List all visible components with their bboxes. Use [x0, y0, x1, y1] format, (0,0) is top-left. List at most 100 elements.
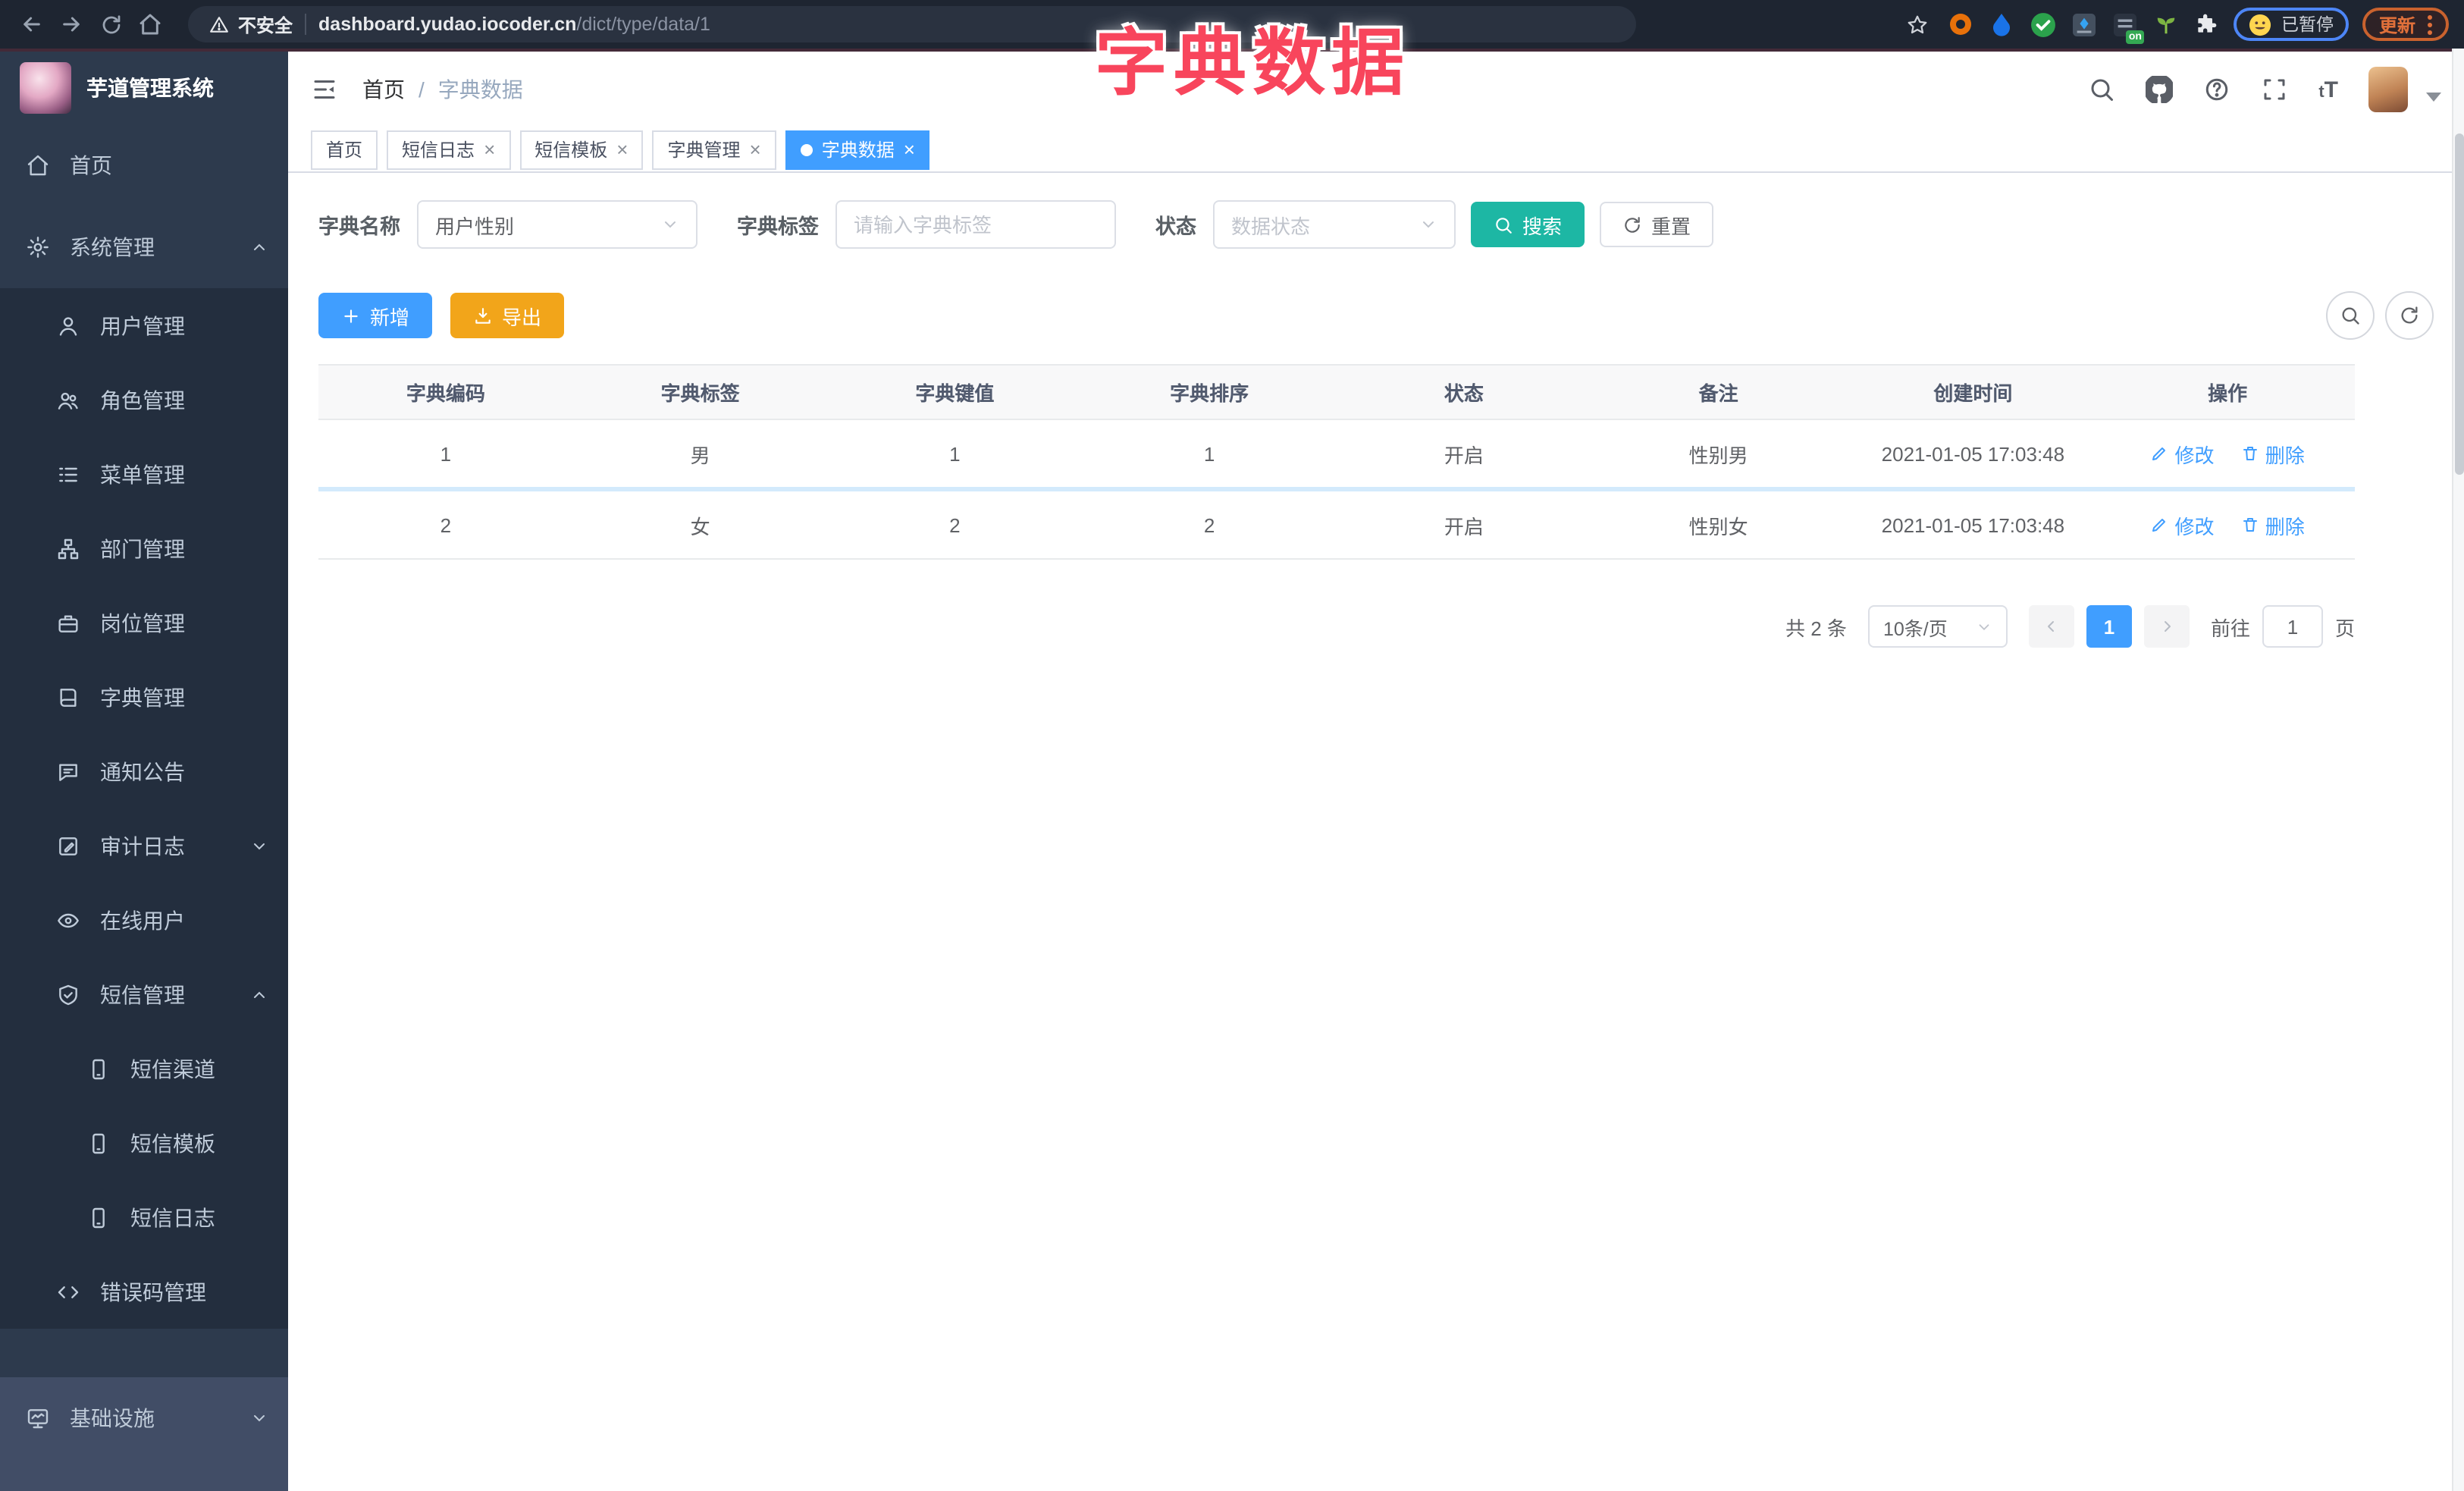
close-icon[interactable]: ×: [616, 140, 628, 159]
prev-page-button[interactable]: [2028, 605, 2074, 648]
sidebar-item-notice[interactable]: 通知公告: [0, 734, 288, 808]
close-icon[interactable]: ×: [750, 140, 761, 159]
tags-view-bar: 首页 短信日志 × 短信模板 × 字典管理 × 字典数据 ×: [288, 127, 2464, 173]
reset-button[interactable]: 重置: [1600, 202, 1714, 247]
sidebar-item-sms-template[interactable]: 短信模板: [0, 1106, 288, 1180]
dict-name-select[interactable]: 用户性别: [417, 200, 698, 249]
extension-green-check-icon[interactable]: [2030, 11, 2057, 38]
bookmark-star-icon[interactable]: [1901, 8, 1934, 41]
sidebar-item-role-mgmt[interactable]: 角色管理: [0, 363, 288, 437]
avatar[interactable]: [2368, 67, 2408, 112]
font-size-icon[interactable]: tT: [2318, 77, 2338, 102]
screen: 不安全 dashboard.yudao.iocoder.cn/dict/type…: [0, 0, 2464, 1491]
dict-tag-input[interactable]: [835, 200, 1116, 249]
tab-dict-data[interactable]: 字典数据 ×: [785, 130, 930, 169]
col-dict-label: 字典标签: [572, 364, 828, 420]
close-icon[interactable]: ×: [484, 140, 495, 159]
scrollbar-thumb[interactable]: [2455, 133, 2464, 475]
refresh-icon: [2401, 306, 2418, 324]
extension-sprout-icon[interactable]: [2152, 11, 2180, 38]
sidebar-item-system[interactable]: 系统管理: [0, 206, 288, 288]
active-dot: [800, 143, 813, 155]
delete-link[interactable]: 删除: [2241, 439, 2305, 468]
phone-icon: [86, 1131, 111, 1155]
tab-home[interactable]: 首页: [311, 130, 378, 169]
emoji-face-icon: [2249, 13, 2272, 36]
browser-update-button[interactable]: 更新: [2362, 8, 2449, 41]
home-nav-icon[interactable]: [133, 8, 167, 41]
reload-icon[interactable]: [94, 8, 127, 41]
extension-on-icon[interactable]: on: [2111, 11, 2145, 44]
edit-link[interactable]: 修改: [2150, 510, 2215, 539]
table-row: 1 男 1 1 开启 性别男 2021-01-05 17:03:48 修改 删除: [318, 419, 2355, 491]
sidebar-item-online-users[interactable]: 在线用户: [0, 883, 288, 957]
caret-down-icon[interactable]: [2426, 93, 2441, 102]
sidebar-item-dict-mgmt[interactable]: 字典管理: [0, 660, 288, 734]
sidebar-item-home[interactable]: 首页: [0, 124, 288, 206]
tab-sms-template[interactable]: 短信模板 ×: [519, 130, 644, 169]
plus-icon: [344, 309, 358, 322]
extension-blue-icon[interactable]: [1989, 11, 2016, 38]
cell-code: 1: [318, 419, 573, 491]
cell-created: 2021-01-05 17:03:48: [1845, 419, 2101, 491]
tab-sms-log[interactable]: 短信日志 ×: [387, 130, 511, 169]
edit-link[interactable]: 修改: [2150, 439, 2215, 468]
col-dict-value: 字典键值: [827, 364, 1083, 420]
toggle-search-button[interactable]: [2326, 291, 2375, 340]
sidebar-item-label: 在线用户: [100, 908, 185, 932]
chevron-up-icon: [250, 238, 268, 256]
extension-list-icon[interactable]: [2071, 11, 2098, 38]
delete-link[interactable]: 删除: [2241, 510, 2305, 539]
refresh-table-button[interactable]: [2385, 291, 2434, 340]
sidebar-item-sms-channel[interactable]: 短信渠道: [0, 1031, 288, 1106]
search-button[interactable]: 搜索: [1471, 202, 1585, 247]
cell-remark: 性别女: [1591, 489, 1846, 560]
paused-extension-badge[interactable]: 已暂停: [2234, 8, 2349, 41]
sidebar-item-user-mgmt[interactable]: 用户管理: [0, 288, 288, 363]
sidebar-item-dept-mgmt[interactable]: 部门管理: [0, 511, 288, 585]
cell-code: 2: [318, 489, 573, 560]
forward-icon[interactable]: [55, 8, 88, 41]
sidebar-item-error-code[interactable]: 错误码管理: [0, 1254, 288, 1329]
cell-remark: 性别男: [1591, 419, 1846, 491]
extensions-puzzle-icon[interactable]: [2193, 11, 2221, 38]
address-bar[interactable]: 不安全 dashboard.yudao.iocoder.cn/dict/type…: [188, 6, 1636, 42]
cell-actions: 修改 删除: [2100, 489, 2355, 560]
github-icon[interactable]: [2146, 76, 2174, 103]
chevron-down-icon: [1976, 618, 1992, 635]
goto-page-input[interactable]: [2262, 605, 2323, 648]
cell-status: 开启: [1337, 489, 1591, 560]
cell-value: 1: [827, 419, 1083, 491]
add-button[interactable]: 新增: [318, 293, 433, 338]
app-logo[interactable]: 芋道管理系统: [0, 52, 288, 124]
export-button[interactable]: 导出: [450, 293, 565, 338]
page-scrollbar[interactable]: [2452, 49, 2464, 1491]
page-size-select[interactable]: 10条/页: [1867, 605, 2008, 648]
sidebar-item-menu-mgmt[interactable]: 菜单管理: [0, 437, 288, 511]
sidebar-item-sms-log[interactable]: 短信日志: [0, 1180, 288, 1254]
table-header-row: 字典编码 字典标签 字典键值 字典排序 状态 备注 创建时间 操作: [318, 364, 2355, 420]
header-search-icon[interactable]: [2088, 76, 2115, 103]
browser-menu-icon[interactable]: [2428, 14, 2432, 34]
sidebar-item-sms-mgmt[interactable]: 短信管理: [0, 957, 288, 1031]
cell-label: 男: [572, 419, 828, 491]
sidebar-item-infrastructure[interactable]: 基础设施: [0, 1377, 288, 1459]
extension-orange-icon[interactable]: [1948, 11, 1975, 38]
sidebar-item-post-mgmt[interactable]: 岗位管理: [0, 585, 288, 660]
search-icon: [1496, 217, 1512, 233]
refresh-icon: [1625, 216, 1640, 232]
sidebar-item-audit-log[interactable]: 审计日志: [0, 808, 288, 883]
status-select[interactable]: 数据状态: [1213, 200, 1456, 249]
breadcrumb-home[interactable]: 首页: [362, 74, 405, 105]
fullscreen-icon[interactable]: [2261, 76, 2288, 103]
shield-check-icon: [56, 982, 80, 1006]
sidebar-item-label: 通知公告: [100, 759, 185, 783]
next-page-button[interactable]: [2143, 605, 2190, 648]
back-icon[interactable]: [15, 8, 49, 41]
page-1-button[interactable]: 1: [2086, 605, 2132, 648]
tab-dict-mgmt[interactable]: 字典管理 ×: [652, 130, 776, 169]
sidebar-collapse-icon[interactable]: [311, 76, 338, 103]
breadcrumb-current: 字典数据: [437, 77, 523, 102]
close-icon[interactable]: ×: [904, 140, 915, 159]
help-icon[interactable]: [2203, 76, 2230, 103]
